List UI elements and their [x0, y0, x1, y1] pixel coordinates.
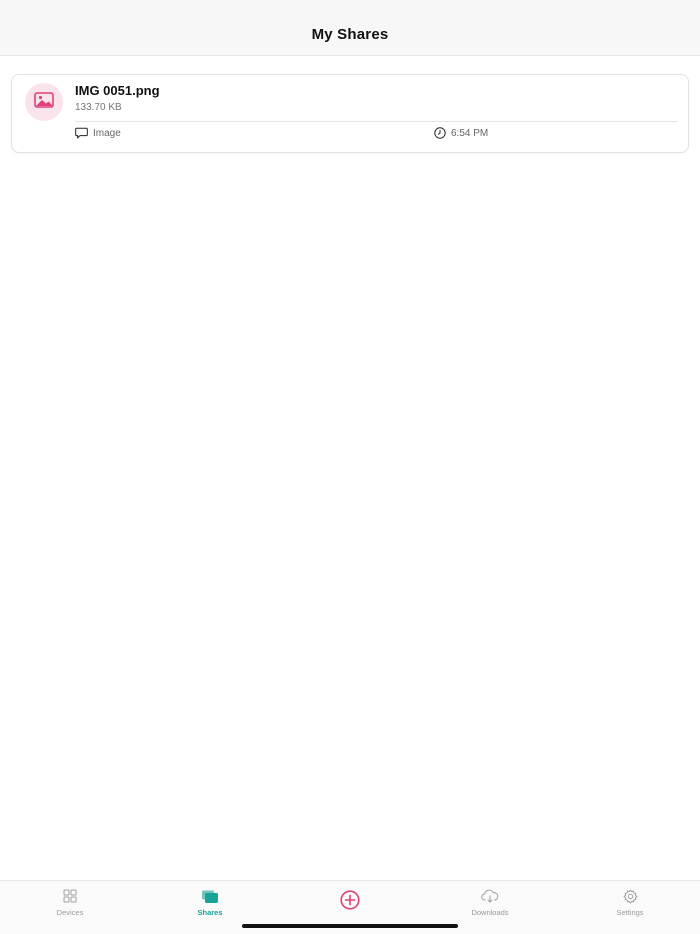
cloud-download-icon [481, 887, 499, 905]
page-title: My Shares [311, 26, 389, 43]
file-name: IMG 0051.png [75, 83, 160, 98]
shared-time: 6:54 PM [451, 127, 489, 139]
shared-time-meta: 6:54 PM [434, 127, 488, 139]
home-indicator [242, 924, 458, 928]
tab-settings[interactable]: Settings [570, 887, 690, 923]
add-share-button[interactable] [290, 890, 410, 927]
file-type-label: Image [93, 127, 121, 139]
tab-label: Settings [616, 908, 644, 917]
tab-label: Devices [56, 908, 84, 917]
add-circle-icon [340, 890, 360, 910]
grid-icon [63, 887, 77, 905]
tab-shares[interactable]: Shares [150, 887, 270, 923]
tab-devices[interactable]: Devices [10, 887, 130, 923]
stacked-cards-icon [201, 887, 219, 905]
gear-icon [623, 887, 638, 905]
tab-downloads[interactable]: Downloads [430, 887, 550, 923]
image-icon [34, 91, 54, 113]
clock-icon [434, 127, 446, 139]
divider [75, 121, 677, 122]
tab-label: Shares [197, 908, 223, 917]
app-screen: My Shares IMG 0051.png 133.70 KB Image 6… [0, 0, 700, 934]
file-size: 133.70 KB [75, 102, 122, 113]
navigation-bar: My Shares [0, 0, 700, 56]
chat-bubble-icon [75, 127, 88, 139]
tab-label: Downloads [471, 908, 509, 917]
file-type-meta: Image [75, 127, 121, 139]
share-list-item[interactable]: IMG 0051.png 133.70 KB Image 6:54 PM [11, 74, 689, 153]
file-thumbnail [25, 83, 63, 121]
